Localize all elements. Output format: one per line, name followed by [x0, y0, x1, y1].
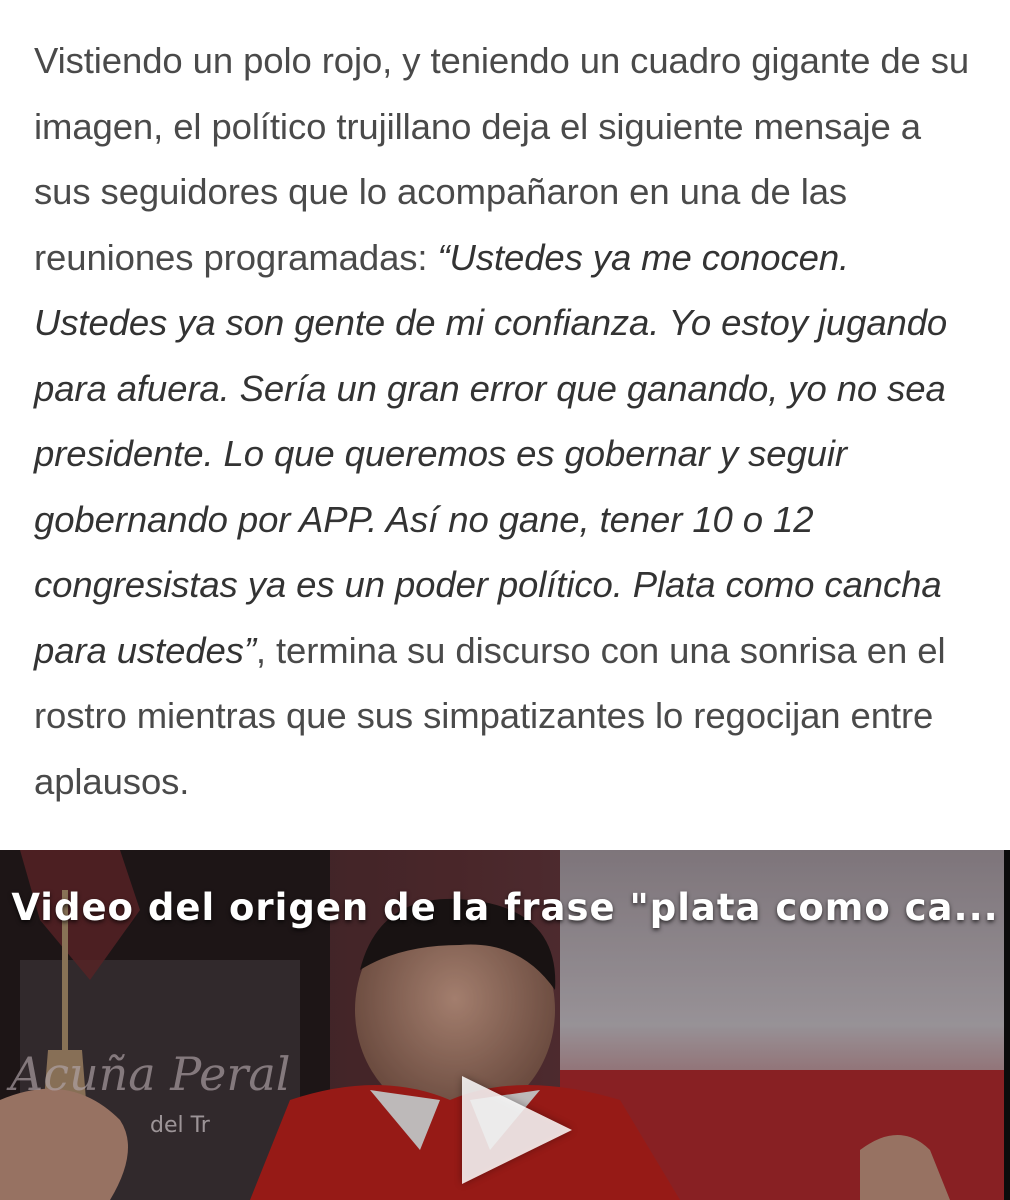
article-quote: “Ustedes ya me conocen. Ustedes ya son g… — [34, 236, 948, 671]
article-paragraph: Vistiendo un polo rojo, y teniendo un cu… — [34, 28, 984, 814]
video-embed[interactable]: Acuña Peral del Tr Video del origen de l… — [0, 850, 1010, 1200]
play-icon[interactable] — [462, 1076, 572, 1184]
video-title[interactable]: Video del origen de la frase "plata como… — [0, 886, 1010, 929]
